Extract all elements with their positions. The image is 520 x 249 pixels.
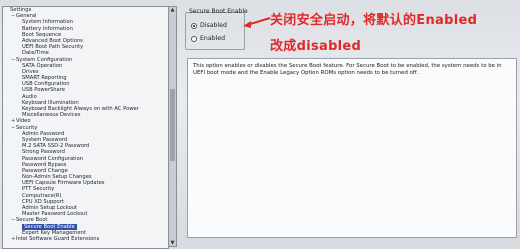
tree-item-label: Keyboard Illumination [22,99,79,106]
tree-item-label: Secure Boot [16,217,48,224]
secure-boot-group [185,12,245,50]
tree-item-label: Drives [22,68,39,75]
tree-item-label: Admin Password [22,130,65,137]
tree-item-label: Non-Admin Setup Changes [22,174,92,181]
tree-item-label: USB Configuration [22,81,70,88]
tree-item-label: PTT Security [22,186,55,193]
tree-item-label: Security [16,124,38,131]
bios-setup-screen: Settings −General System Information Batter… [0,0,520,249]
tree-item-label: M.2 SATA SSD-2 Password [22,143,90,150]
radio-disabled[interactable]: Disabled [191,22,227,29]
annotation-line-1: 关闭安全启动，将默认的Enabled [270,13,478,28]
tree-item-label: Battery Information [22,25,73,32]
tree-item-label: Password Configuration [22,155,84,162]
tree-item-label: Keyboard Backlight Always on with AC Pow… [22,106,139,112]
settings-tree: Settings −General System Information Batter… [2,6,169,249]
tree-item-label: Password Change [22,167,68,174]
radio-label: Enabled [200,35,226,42]
tree-item-label: USB PowerShare [22,87,65,94]
tree-item-label: UEFI Capsule Firmware Updates [22,180,105,187]
tree-item-label: Settings [10,7,32,13]
tree-item-label: System Configuration [16,56,73,63]
tree-item-label: SMART Reporting [22,75,67,82]
tree-item-label: General [16,13,37,20]
radio-unchecked-icon [191,35,197,42]
tree-item-label: Computrace(R) [22,192,62,199]
description-text: This option enables or disables the Secu… [193,63,502,76]
tree-item-label: Admin Setup Lockout [22,205,78,211]
annotation-line-2: 改成disabled [270,39,362,54]
tree-item-label: Master Password Lockout [22,211,88,218]
tree-item-label: Audio [22,93,37,100]
radio-label: Disabled [200,22,227,29]
tree-item-label: System Password [22,136,68,143]
scroll-up-icon[interactable]: ▲ [169,7,176,13]
tree-item-label: Password Bypass [22,161,67,168]
scroll-down-icon[interactable]: ▼ [169,240,176,246]
tree-item-label: Video [16,118,31,125]
tree-item-label: Date/Time [22,50,49,57]
option-panel: Secure Boot Enable Disabled Enabled 关闭安全… [180,0,520,249]
tree-item-label: Boot Sequence [22,31,62,38]
tree-item-label: Intel Software Guard Extensions [16,235,100,242]
annotation-note: 关闭安全启动，将默认的Enabled 改成disabled [270,8,477,60]
tree-item-label: Miscellaneous Devices [22,112,81,119]
tree-item-label: Expert Key Management [22,229,86,236]
tree-item-label: Advanced Boot Options [22,37,83,44]
tree-item-label: Secure Boot Enable [22,223,77,230]
tree-item-label: Strong Password [22,149,65,156]
group-title: Secure Boot Enable [189,8,248,15]
tree-item-label: UEFI Boot Path Security [22,44,84,51]
red-arrow-icon [243,17,271,28]
tree-item-label: SATA Operation [22,62,63,69]
radio-checked-icon [191,22,197,29]
tree-item-label: CPU XD Support [22,198,64,205]
scrollbar-thumb[interactable] [170,89,175,161]
radio-enabled[interactable]: Enabled [191,35,225,42]
description-box: This option enables or disables the Secu… [187,58,517,238]
tree-scrollbar[interactable]: ▲ ▼ [168,6,177,247]
tree-item[interactable]: +Intel Software Guard Extensions [3,236,168,242]
tree-item-label: System Information [22,19,74,26]
